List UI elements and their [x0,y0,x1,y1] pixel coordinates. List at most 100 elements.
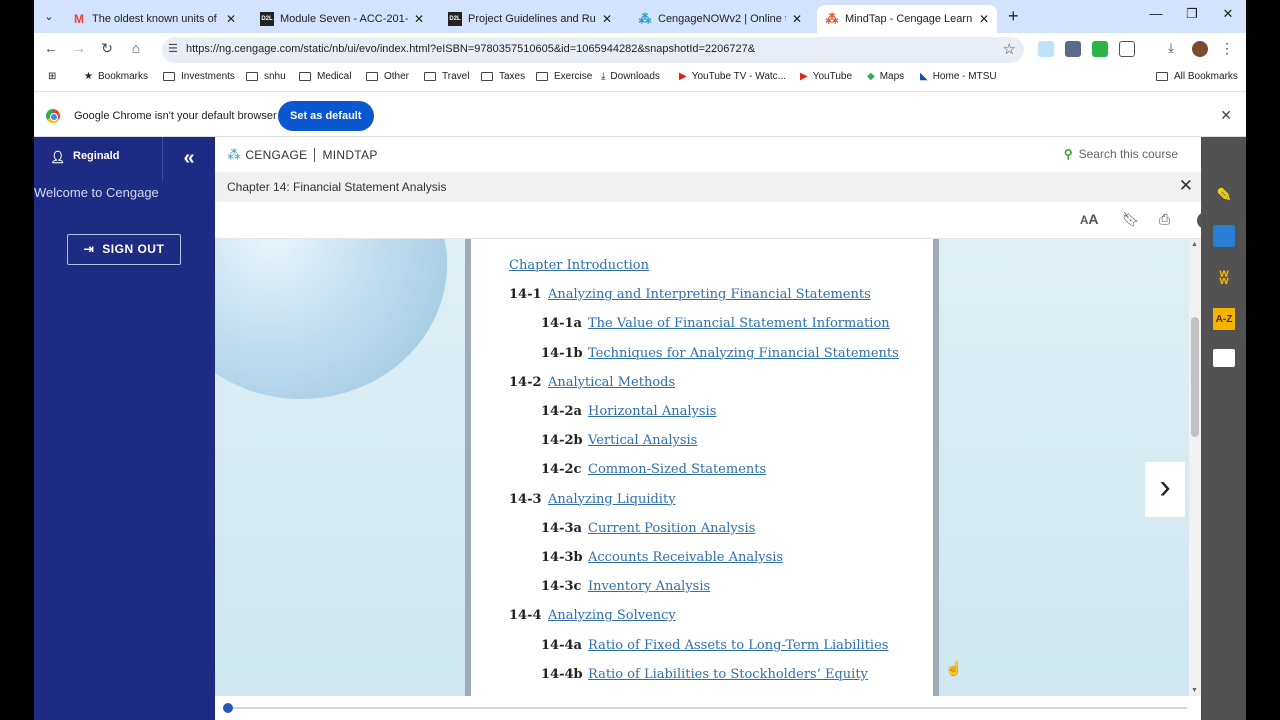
tab-1[interactable]: M The oldest known units of mea ✕ [64,5,244,33]
text-size-icon[interactable]: AA [1080,211,1099,227]
toc-entry: Chapter Introduction [509,258,649,273]
tab-close-icon[interactable]: ✕ [790,12,804,26]
collapse-nav-button[interactable]: « [162,137,215,181]
tab-3[interactable]: D2L Project Guidelines and Rubric - ✕ [440,5,620,33]
tab-close-icon[interactable]: ✕ [412,12,426,26]
bookmark-taxes[interactable]: Taxes [481,71,525,82]
close-reader-icon[interactable]: ✕ [1179,176,1193,196]
check-extension-icon[interactable] [1092,41,1108,57]
bookmark-youtube-tv-watc[interactable]: ▶ YouTube TV - Watc... [679,71,786,82]
toc-link[interactable]: Accounts Receivable Analysis [588,550,783,565]
tab-2[interactable]: D2L Module Seven - ACC-201-1260 ✕ [252,5,432,33]
tab-close-icon[interactable]: ✕ [977,12,991,26]
bookmark-home-mtsu[interactable]: ◣ Home - MTSU [920,71,997,82]
toc-link[interactable]: Analyzing Liquidity [548,492,676,507]
reading-progress[interactable] [215,696,1201,720]
bookmark-maps[interactable]: ◆ Maps [867,71,904,82]
address-bar[interactable]: ☰ https://ng.cengage.com/static/nb/ui/ev… [162,37,1024,63]
home-icon[interactable]: ⌂ [126,40,146,56]
next-page-button[interactable]: › [1145,462,1185,517]
tab-4[interactable]: ⁂ CengageNOWv2 | Online teach ✕ [630,5,810,33]
highlighter-icon[interactable]: ✎ [1213,184,1235,206]
bookmark-downloads[interactable]: ⤓ Downloads [601,71,660,82]
bookmark-snhu[interactable]: snhu [246,71,286,82]
set-default-button[interactable]: Set as default [278,101,374,131]
close-infobar-icon[interactable]: ✕ [1220,107,1232,124]
calendar-extension-icon[interactable] [1065,41,1081,57]
menu-icon[interactable]: ⋮ [1219,41,1235,57]
toc-link[interactable]: Inventory Analysis [588,579,710,594]
scroll-thumb[interactable] [1191,317,1199,437]
toc-link[interactable]: Ratio of Fixed Assets to Long-Term Liabi… [588,638,888,653]
tab-5[interactable]: ⁂ MindTap - Cengage Learning ✕ [817,5,997,33]
print-icon[interactable]: ⎙ [1159,211,1170,228]
back-icon[interactable]: ← [41,40,61,56]
toc-number: 14-3b [541,550,583,565]
toc-number: 14-2 [509,374,542,390]
mtsu-icon: ◣ [920,71,928,82]
bookmark-label: snhu [264,71,286,82]
restore-icon[interactable]: ❐ [1182,6,1202,22]
toc-entry: 14-4a Ratio of Fixed Assets to Long-Term … [541,638,888,653]
chapter-bar: Chapter 14: Financial Statement Analysis… [215,172,1201,202]
toc-link[interactable]: Ratio of Liabilities to Stockholders’ Eq… [588,667,868,682]
bookmark-other[interactable]: Other [366,71,409,82]
site-info-icon[interactable]: ☰ [168,42,178,55]
all-bookmarks[interactable]: All Bookmarks [1156,71,1238,82]
download-icon: ⤓ [601,71,606,82]
bookmark-star-icon[interactable]: ☆ [1003,40,1016,58]
minimize-icon[interactable]: — [1146,6,1166,21]
bookmark-label: Bookmarks [97,71,148,82]
toc-link[interactable]: Current Position Analysis [588,521,755,536]
search-course[interactable]: ⚲ Search this course [1064,147,1178,161]
folder-icon [246,72,258,81]
toc-link[interactable]: The Value of Financial Statement Informa… [588,316,890,331]
notes-icon[interactable] [1213,349,1235,367]
sign-out-button[interactable]: ⇥ SIGN OUT [67,234,181,265]
toc-number: 14-4 [509,608,542,624]
new-tab-button[interactable]: + [1008,6,1019,27]
reload-icon[interactable]: ↻ [97,40,117,57]
close-window-icon[interactable]: ✕ [1218,6,1238,22]
bookmark-exercise[interactable]: Exercise [536,71,592,82]
extensions-icon[interactable] [1119,41,1135,57]
tab-title: Module Seven - ACC-201-1260 [280,13,408,25]
cengage-logo[interactable]: ⁂ CENGAGE MINDTAP [227,146,378,163]
toc-link[interactable]: Analyzing and Interpreting Financial Sta… [548,287,871,302]
bookmark-medical[interactable]: Medical [299,71,351,82]
cloud-extension-icon[interactable] [1038,41,1054,57]
vocab-icon[interactable]: ʬ [1213,267,1235,289]
toc-link[interactable]: Horizontal Analysis [588,404,716,419]
tab-favicon-icon: D2L [260,12,274,26]
bookmark-label: Medical [317,71,352,82]
glossary-icon[interactable]: A-Z [1213,308,1235,330]
toc-link[interactable]: Analytical Methods [548,375,675,390]
user-menu[interactable]: 👤︎ Reginald [34,137,162,181]
scroll-up-icon[interactable]: ▲ [1191,241,1198,248]
vertical-scrollbar[interactable]: ▲ ▼ [1189,239,1201,696]
tab-close-icon[interactable]: ✕ [224,12,238,26]
avatar[interactable] [1192,41,1208,57]
book-icon[interactable] [1213,225,1235,247]
apps-icon[interactable]: ⊞ [48,71,56,82]
bookmark-bookmarks[interactable]: ★ Bookmarks [84,71,148,82]
bookmark-icon[interactable]: 🔖︎ [1122,211,1140,228]
bookmark-travel[interactable]: Travel [424,71,469,82]
tab-close-icon[interactable]: ✕ [600,12,614,26]
download-icon[interactable]: ⤓ [1163,41,1179,57]
toc-entry: 14-3b Accounts Receivable Analysis [541,550,783,565]
scroll-down-icon[interactable]: ▼ [1191,687,1198,694]
tab-search-icon[interactable]: ⌄ [40,8,58,26]
toc-link[interactable]: Common-Sized Statements [588,462,766,477]
toc-link[interactable]: Chapter Introduction [509,258,649,273]
toc-link[interactable]: Techniques for Analyzing Financial State… [588,346,899,361]
toc-number: 14-1b [541,345,583,361]
progress-handle[interactable] [223,703,233,713]
folder-icon [481,72,493,81]
bookmark-investments[interactable]: Investments [163,71,235,82]
toc-link[interactable]: Analyzing Solvency [548,608,676,623]
toc-link[interactable]: Vertical Analysis [588,433,697,448]
forward-icon[interactable]: → [69,40,89,56]
tab-strip: ⌄ M The oldest known units of mea ✕ D2L Modu… [34,0,1246,33]
bookmark-youtube[interactable]: ▶ YouTube [800,71,852,82]
